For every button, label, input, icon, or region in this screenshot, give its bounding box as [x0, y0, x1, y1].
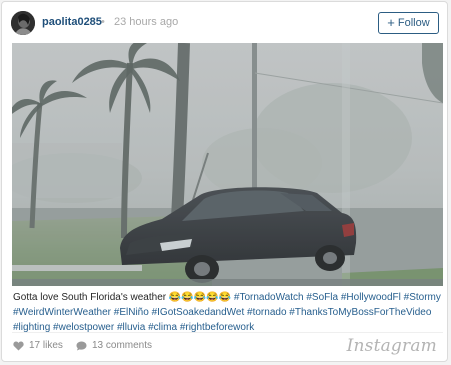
post-header: paolita0285 • 23 hours ago + Follow	[2, 2, 447, 42]
hashtag-link[interactable]: #WeirdWinterWeather	[13, 307, 111, 318]
hashtag-link[interactable]: #TornadoWatch	[234, 292, 304, 303]
comments-count: 13 comments	[92, 340, 153, 351]
hashtag-link[interactable]: #Stormy	[404, 292, 441, 303]
hashtag-link[interactable]: #SoFla	[306, 292, 338, 303]
comment-icon	[76, 340, 87, 351]
instagram-embed-card: paolita0285 • 23 hours ago + Follow Gott…	[1, 1, 448, 362]
separator-dot: •	[101, 16, 105, 28]
heart-icon	[13, 341, 24, 351]
hashtag-link[interactable]: #tornado	[247, 307, 286, 318]
follow-button[interactable]: + Follow	[378, 12, 439, 34]
likes-stat[interactable]: 17 likes	[13, 340, 63, 351]
post-caption: Gotta love South Florida's weather 😂😂😂😂😂…	[13, 290, 441, 335]
caption-text: Gotta love South Florida's weather 😂😂😂😂😂	[13, 292, 234, 303]
post-photo[interactable]	[12, 43, 443, 286]
follow-label: Follow	[397, 17, 430, 29]
post-timestamp[interactable]: 23 hours ago	[114, 16, 178, 28]
hashtag-link[interactable]: #IGotSoakedandWet	[152, 307, 245, 318]
divider	[12, 332, 443, 333]
comments-stat[interactable]: 13 comments	[76, 340, 152, 351]
instagram-logo[interactable]: Instagram	[347, 336, 437, 356]
hashtag-link[interactable]: #ElNiño	[114, 307, 149, 318]
username-link[interactable]: paolita0285	[42, 16, 102, 28]
hashtag-link[interactable]: #ThanksToMyBossForTheVideo	[289, 307, 431, 318]
plus-icon: +	[387, 15, 395, 30]
avatar[interactable]	[11, 11, 35, 35]
hashtag-link[interactable]: #HollywoodFl	[341, 292, 401, 303]
likes-count: 17 likes	[29, 340, 63, 351]
